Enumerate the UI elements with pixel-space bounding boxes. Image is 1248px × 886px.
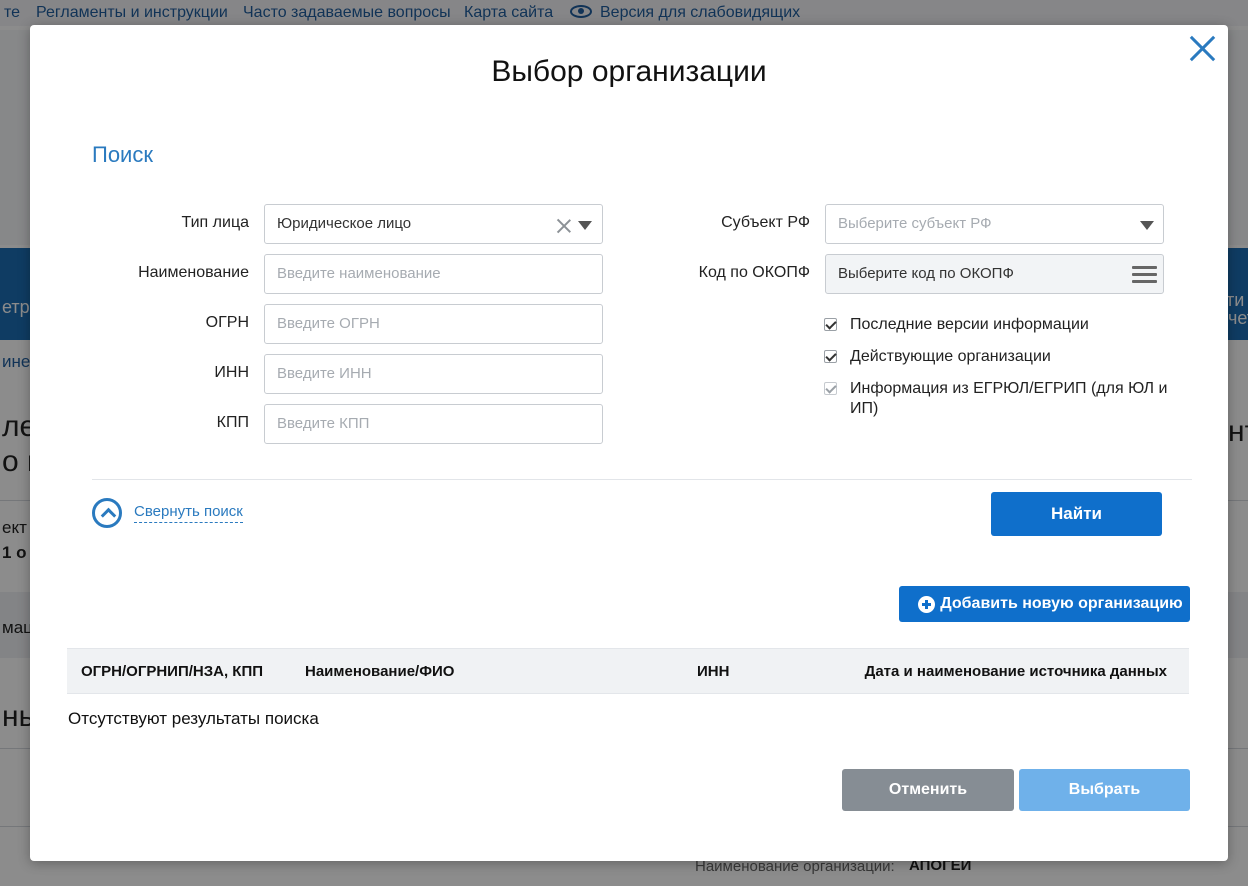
- inn-label: ИНН: [214, 364, 249, 381]
- checkbox-label: Информация из ЕГРЮЛ/ЕГРИП (для ЮЛ и ИП): [850, 380, 1168, 417]
- chevron-down-icon[interactable]: [578, 221, 592, 230]
- inn-input[interactable]: Введите ИНН: [264, 354, 603, 394]
- name-input[interactable]: Введите наименование: [264, 254, 603, 294]
- results-table-header: ОГРН/ОГРНИП/НЗА, КПП Наименование/ФИО ИН…: [67, 648, 1189, 694]
- add-organization-label: Добавить новую организацию: [940, 595, 1183, 612]
- empty-results-message: Отсутствуют результаты поиска: [68, 709, 319, 728]
- person-type-value: Юридическое лицо: [277, 215, 412, 232]
- close-icon[interactable]: [1184, 30, 1220, 66]
- name-label: Наименование: [138, 264, 249, 281]
- ogrn-label: ОГРН: [205, 314, 249, 331]
- okopf-label: Код по ОКОПФ: [698, 264, 810, 281]
- dialog-title: Выбор организации: [491, 55, 767, 88]
- plus-circle-icon: [918, 596, 935, 613]
- kpp-label: КПП: [216, 414, 249, 431]
- search-divider: [92, 479, 1192, 480]
- column-header-source[interactable]: Дата и наименование источника данных: [865, 663, 1167, 680]
- select-button[interactable]: Выбрать: [1019, 769, 1190, 811]
- checkbox-box[interactable]: [824, 350, 837, 363]
- find-button[interactable]: Найти: [991, 492, 1162, 536]
- collapse-search-link[interactable]: Свернуть поиск: [134, 503, 243, 523]
- checkbox-box[interactable]: [824, 318, 837, 331]
- kpp-input[interactable]: Введите КПП: [264, 404, 603, 444]
- checkbox-box: [824, 382, 837, 395]
- ogrn-input[interactable]: Введите ОГРН: [264, 304, 603, 344]
- checkbox-label: Действующие организации: [850, 348, 1051, 365]
- search-section-title: Поиск: [92, 142, 153, 167]
- column-header-ogrn[interactable]: ОГРН/ОГРНИП/НЗА, КПП: [81, 663, 263, 680]
- add-organization-button[interactable]: Добавить новую организацию: [899, 586, 1190, 622]
- region-label: Субъект РФ: [721, 214, 810, 231]
- region-select[interactable]: Выберите субъект РФ: [825, 204, 1164, 244]
- column-header-name[interactable]: Наименование/ФИО: [305, 663, 454, 680]
- list-menu-icon[interactable]: [1132, 266, 1157, 284]
- person-type-label: Тип лица: [181, 214, 249, 231]
- person-type-select[interactable]: Юридическое лицо: [264, 204, 603, 244]
- region-placeholder: Выберите субъект РФ: [838, 215, 992, 232]
- okopf-select[interactable]: Выберите код по ОКОПФ: [825, 254, 1164, 294]
- column-header-inn[interactable]: ИНН: [697, 663, 729, 680]
- clear-icon[interactable]: [556, 218, 572, 234]
- cancel-button[interactable]: Отменить: [842, 769, 1014, 811]
- okopf-placeholder: Выберите код по ОКОПФ: [838, 265, 1014, 282]
- chevron-down-icon[interactable]: [1140, 221, 1154, 230]
- chevron-up-circle-icon[interactable]: [92, 498, 122, 528]
- select-organization-dialog: Выбор организации Поиск Тип лица Юридиче…: [30, 25, 1228, 861]
- checkbox-label: Последние версии информации: [850, 316, 1089, 333]
